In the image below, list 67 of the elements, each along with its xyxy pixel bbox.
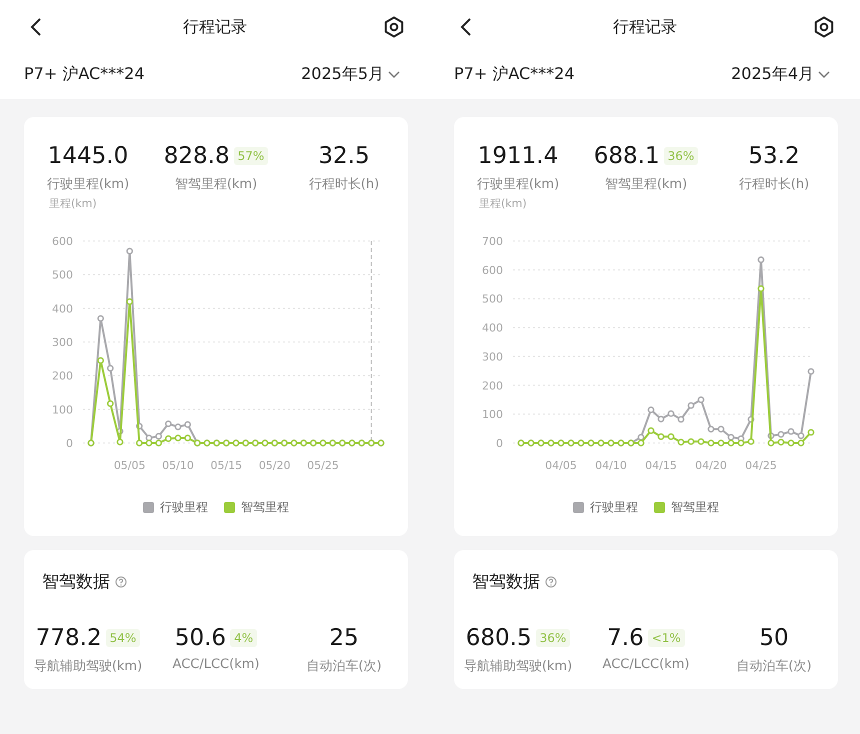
axis-label: 04/05	[545, 459, 577, 472]
stat-value: 53.2	[748, 143, 800, 169]
axis-label: 100	[52, 403, 73, 416]
page-title: 行程记录	[613, 16, 677, 38]
stat-value: 1911.4	[478, 143, 558, 169]
stat-value: 50.6	[174, 625, 226, 651]
axis-label: 04/10	[595, 459, 627, 472]
legend-label: 智驾里程	[241, 499, 289, 516]
stat-value: 680.5	[466, 625, 532, 651]
stat-label: 自动泊车(次)	[306, 658, 382, 675]
page-title: 行程记录	[183, 16, 247, 38]
legend-label: 智驾里程	[671, 499, 719, 516]
stat-label: ACC/LCC(km)	[172, 657, 260, 672]
stat-label: 自动泊车(次)	[736, 658, 812, 675]
axis-title: 里程(km)	[479, 197, 527, 210]
stat-label: ACC/LCC(km)	[602, 657, 690, 672]
legend-label: 行驶里程	[590, 499, 638, 516]
axis-label: 400	[52, 302, 73, 316]
stat-value: 7.6	[607, 625, 644, 651]
stat-label: 导航辅助驾驶(km)	[34, 658, 142, 675]
stat-value: 50	[759, 625, 789, 651]
stat-label: 行驶里程(km)	[46, 176, 130, 193]
section-title: 智驾数据	[42, 571, 110, 593]
vehicle-plate: P7+ 沪AC***24	[24, 64, 145, 85]
stat-label: 导航辅助驾驶(km)	[464, 658, 572, 675]
axis-label: 400	[482, 322, 503, 335]
percent-badge: 4%	[230, 629, 258, 647]
stat-value: 688.1	[594, 143, 660, 169]
axis-label: 200	[482, 379, 503, 392]
stat-label: 行程时长(h)	[738, 176, 810, 193]
axis-label: 0	[66, 437, 73, 450]
axis-label: 500	[482, 292, 503, 306]
axis-label: 600	[482, 264, 503, 277]
axis-label: 04/15	[645, 459, 677, 472]
stat-value: 25	[329, 625, 359, 651]
percent-badge: 54%	[106, 629, 140, 647]
axis-title: 里程(km)	[49, 197, 97, 210]
stat-label: 智驾里程(km)	[604, 176, 688, 193]
stat-label: 行程时长(h)	[308, 176, 380, 193]
axis-label: 05/20	[258, 459, 291, 472]
percent-badge: 57%	[234, 147, 268, 165]
axis-label: 700	[482, 235, 503, 248]
axis-label: 05/10	[162, 459, 194, 472]
axis-label: 05/15	[210, 459, 242, 472]
percent-badge: 36%	[536, 629, 570, 647]
stat-label: 行驶里程(km)	[476, 176, 560, 193]
percent-badge: 36%	[664, 147, 698, 165]
stat-value: 32.5	[318, 143, 370, 169]
legend-label: 行驶里程	[160, 499, 208, 516]
section-title: 智驾数据	[472, 571, 540, 593]
stat-value: 1445.0	[48, 143, 128, 169]
axis-label: 200	[52, 370, 73, 383]
percent-badge: <1%	[648, 629, 685, 647]
stat-label: 智驾里程(km)	[174, 176, 258, 193]
axis-label: 04/20	[695, 459, 727, 472]
axis-label: 05/25	[307, 459, 339, 472]
stat-value: 778.2	[36, 625, 102, 651]
axis-label: 100	[482, 408, 503, 422]
axis-label: 300	[52, 336, 73, 349]
axis-label: 04/25	[745, 459, 777, 472]
axis-label: 600	[52, 235, 73, 248]
axis-label: 500	[52, 268, 73, 282]
axis-label: 05/05	[114, 459, 146, 472]
axis-label: 300	[482, 350, 503, 364]
axis-label: 0	[496, 437, 503, 450]
stat-value: 828.8	[164, 143, 230, 169]
vehicle-plate: P7+ 沪AC***24	[454, 64, 575, 85]
